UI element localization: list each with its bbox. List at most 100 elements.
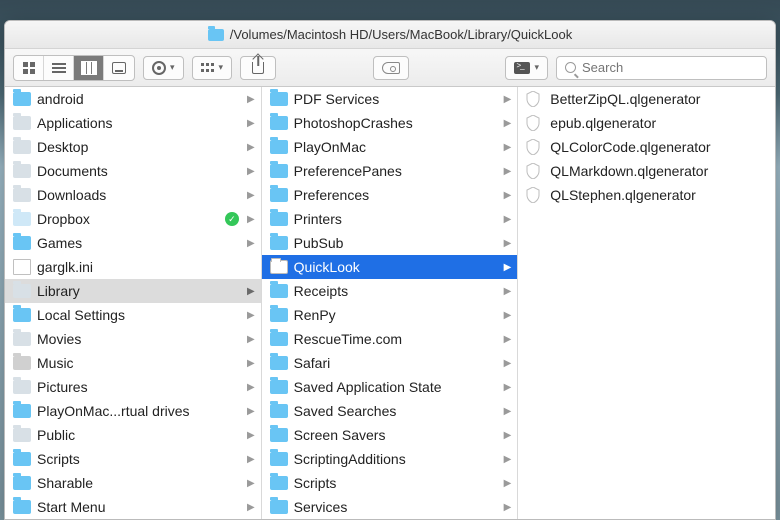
- item-label: Scripts: [37, 451, 241, 467]
- list-item[interactable]: Screen Savers▶: [262, 423, 518, 447]
- qlgenerator-icon: [526, 91, 544, 107]
- list-item[interactable]: garglk.ini: [5, 255, 261, 279]
- list-item[interactable]: QLStephen.qlgenerator: [518, 183, 775, 207]
- list-item[interactable]: Services▶: [262, 495, 518, 519]
- item-label: Music: [37, 355, 241, 371]
- list-item[interactable]: Receipts▶: [262, 279, 518, 303]
- list-item[interactable]: BetterZipQL.qlgenerator: [518, 87, 775, 111]
- list-item[interactable]: PlayOnMac▶: [262, 135, 518, 159]
- column[interactable]: PDF Services▶PhotoshopCrashes▶PlayOnMac▶…: [262, 87, 519, 519]
- list-item[interactable]: Library▶: [5, 279, 261, 303]
- list-item[interactable]: Scripts ▶: [5, 447, 261, 471]
- list-item[interactable]: QLMarkdown.qlgenerator: [518, 159, 775, 183]
- item-label: garglk.ini: [37, 259, 255, 275]
- search-icon: [565, 62, 576, 73]
- folder-icon: [13, 476, 31, 490]
- list-item[interactable]: PhotoshopCrashes▶: [262, 111, 518, 135]
- item-label: Applications: [37, 115, 241, 131]
- disclosure-arrow-icon: ▶: [504, 310, 512, 321]
- list-item[interactable]: epub.qlgenerator: [518, 111, 775, 135]
- folder-icon: [270, 164, 288, 178]
- list-item[interactable]: PDF Services▶: [262, 87, 518, 111]
- disclosure-arrow-icon: ▶: [247, 286, 255, 297]
- folder-icon: [270, 380, 288, 394]
- list-item[interactable]: Printers▶: [262, 207, 518, 231]
- list-item[interactable]: Preferences▶: [262, 183, 518, 207]
- list-item[interactable]: PreferencePanes▶: [262, 159, 518, 183]
- disclosure-arrow-icon: ▶: [504, 142, 512, 153]
- gear-icon: [152, 61, 166, 75]
- search-input[interactable]: [582, 60, 758, 75]
- list-item[interactable]: PlayOnMac...rtual drives▶: [5, 399, 261, 423]
- disclosure-arrow-icon: ▶: [247, 166, 255, 177]
- disclosure-arrow-icon: ▶: [504, 238, 512, 249]
- folder-icon: [208, 29, 224, 41]
- gallery-view-button[interactable]: [104, 56, 134, 80]
- list-item[interactable]: Sharable▶: [5, 471, 261, 495]
- list-item[interactable]: Dropbox✓▶: [5, 207, 261, 231]
- list-item[interactable]: Scripts▶: [262, 471, 518, 495]
- action-menu-button[interactable]: ▾: [143, 56, 184, 80]
- folder-icon: [270, 428, 288, 442]
- item-label: Saved Searches: [294, 403, 498, 419]
- item-label: Printers: [294, 211, 498, 227]
- item-label: QuickLook: [294, 259, 498, 275]
- terminal-icon: [514, 62, 530, 74]
- folder-icon: [13, 164, 31, 178]
- list-item[interactable]: Local Settings▶: [5, 303, 261, 327]
- folder-icon: [13, 332, 31, 346]
- search-field[interactable]: [556, 56, 767, 80]
- folder-icon: [13, 116, 31, 130]
- list-item[interactable]: Music▶: [5, 351, 261, 375]
- item-label: Local Settings: [37, 307, 241, 323]
- list-item[interactable]: Documents▶: [5, 159, 261, 183]
- list-item[interactable]: Movies▶: [5, 327, 261, 351]
- view-switcher: [13, 55, 135, 81]
- list-item[interactable]: QuickLook▶: [262, 255, 518, 279]
- list-item[interactable]: Saved Application State▶: [262, 375, 518, 399]
- list-item[interactable]: Public▶: [5, 423, 261, 447]
- item-label: RescueTime.com: [294, 331, 498, 347]
- item-label: Desktop: [37, 139, 241, 155]
- folder-icon: [13, 284, 31, 298]
- folder-icon: [13, 92, 31, 106]
- share-button[interactable]: [240, 56, 276, 80]
- folder-icon: [270, 284, 288, 298]
- disclosure-arrow-icon: ▶: [247, 406, 255, 417]
- list-item[interactable]: Games▶: [5, 231, 261, 255]
- list-item[interactable]: PubSub ▶: [262, 231, 518, 255]
- column[interactable]: BetterZipQL.qlgeneratorepub.qlgeneratorQ…: [518, 87, 775, 519]
- disclosure-arrow-icon: ▶: [247, 454, 255, 465]
- list-item[interactable]: Downloads▶: [5, 183, 261, 207]
- list-item[interactable]: RenPy▶: [262, 303, 518, 327]
- list-item[interactable]: Saved Searches▶: [262, 399, 518, 423]
- item-label: Pictures: [37, 379, 241, 395]
- list-item[interactable]: QLColorCode.qlgenerator: [518, 135, 775, 159]
- list-item[interactable]: RescueTime.com▶: [262, 327, 518, 351]
- list-item[interactable]: Desktop▶: [5, 135, 261, 159]
- arrange-menu-button[interactable]: ▾: [192, 56, 233, 80]
- disclosure-arrow-icon: ▶: [504, 430, 512, 441]
- disclosure-arrow-icon: ▶: [247, 94, 255, 105]
- columns-icon: [82, 62, 96, 74]
- list-view-button[interactable]: [44, 56, 74, 80]
- file-icon: [13, 259, 31, 275]
- folder-icon: [13, 500, 31, 514]
- item-label: Downloads: [37, 187, 241, 203]
- finder-window: /Volumes/Macintosh HD/Users/MacBook/Libr…: [4, 20, 776, 520]
- icon-view-button[interactable]: [14, 56, 44, 80]
- list-item[interactable]: Start Menu▶: [5, 495, 261, 519]
- list-item[interactable]: Pictures▶: [5, 375, 261, 399]
- disclosure-arrow-icon: ▶: [247, 502, 255, 513]
- disclosure-arrow-icon: ▶: [504, 382, 512, 393]
- column[interactable]: android▶Applications▶Desktop▶Documents▶D…: [5, 87, 262, 519]
- list-item[interactable]: android▶: [5, 87, 261, 111]
- tags-button[interactable]: [373, 56, 409, 80]
- item-label: PubSub: [294, 235, 498, 251]
- list-item[interactable]: Applications▶: [5, 111, 261, 135]
- column-view-button[interactable]: [74, 56, 104, 80]
- path-menu-button[interactable]: ▾: [505, 56, 548, 80]
- list-item[interactable]: ScriptingAdditions▶: [262, 447, 518, 471]
- tag-icon: [382, 62, 400, 74]
- list-item[interactable]: Safari▶: [262, 351, 518, 375]
